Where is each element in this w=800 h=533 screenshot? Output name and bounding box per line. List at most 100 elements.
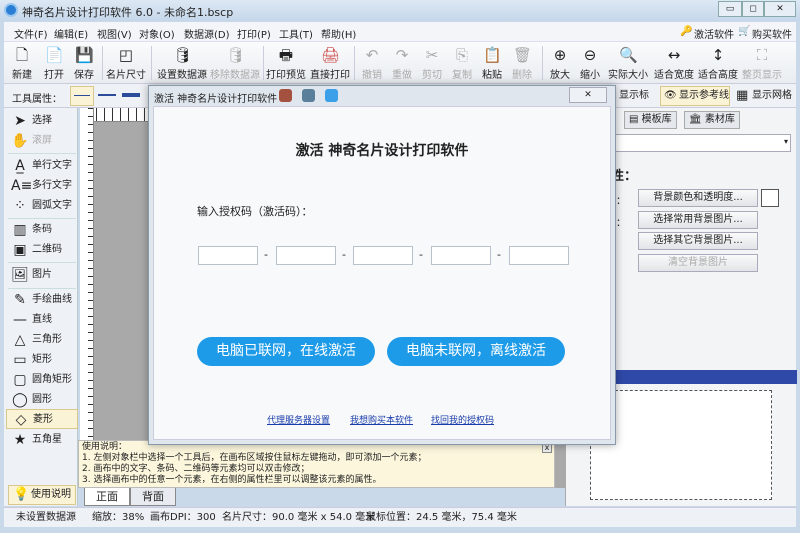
actual-size-button[interactable]: 🔍 实际大小	[606, 44, 650, 82]
set-datasource-button[interactable]: 🛢 设置数据源	[156, 44, 208, 82]
clear-bg-image-button[interactable]: 清空背景图片	[638, 254, 758, 272]
minimize-button[interactable]: ▭	[718, 1, 742, 17]
code-field-1[interactable]	[198, 246, 258, 265]
card-preview	[590, 390, 772, 500]
offline-activate-button[interactable]: 电脑未联网，离线激活	[387, 337, 565, 366]
chevron-down-icon: ▾	[783, 137, 788, 146]
delete-button[interactable]: 🗑 删除	[502, 44, 542, 82]
help-panel: 使用说明： 1. 左侧对象栏中选择一个工具后，在画布区域按住鼠标左键拖动，即可添…	[78, 440, 555, 488]
hand-icon: ✋	[11, 133, 29, 149]
tool-rounded-rectangle[interactable]: ▢ 圆角矩形	[6, 370, 78, 390]
tool-rectangle[interactable]: ▭ 矩形	[6, 350, 78, 370]
tool-arc-text[interactable]: ⁘ 圆弧文字	[6, 196, 78, 216]
full-page-button[interactable]: ⛶ 整页显示	[740, 44, 784, 82]
zoom-out-button[interactable]: ⊖ 缩小	[570, 44, 610, 82]
tool-star[interactable]: ★ 五角星	[6, 430, 78, 450]
menu-help[interactable]: 帮助(H)	[321, 26, 356, 41]
print-preview-button[interactable]: 🖶 打印预览	[266, 44, 306, 82]
menu-print[interactable]: 打印(P)	[237, 26, 271, 41]
fit-width-button[interactable]: ↔ 适合宽度	[652, 44, 696, 82]
database-icon: 🛢	[173, 46, 193, 64]
proxy-settings-link[interactable]: 代理服务器设置	[267, 413, 330, 426]
fit-height-button[interactable]: ↕ 适合高度	[696, 44, 740, 82]
line-medium-option[interactable]	[98, 94, 116, 96]
save-icon: 💾	[75, 46, 94, 64]
vertical-ruler	[80, 108, 94, 488]
tool-multi-line-text[interactable]: A≡ 多行文字	[6, 176, 78, 196]
fit-width-icon: ↔	[667, 46, 681, 64]
tool-triangle[interactable]: △ 三角形	[6, 330, 78, 350]
menu-datasource[interactable]: 数据源(D)	[184, 26, 230, 41]
help-button[interactable]: 💡 使用说明	[8, 485, 76, 505]
direct-print-button[interactable]: 🖨 直接打印	[310, 44, 350, 82]
buy-software-link[interactable]: 购买软件	[752, 26, 792, 41]
fit-height-icon: ↕	[711, 46, 725, 64]
color-swatch[interactable]	[761, 189, 779, 207]
database-remove-icon: 🛢	[226, 46, 246, 64]
decorative-icon	[325, 89, 338, 102]
buy-software-link[interactable]: 我想购买本软件	[350, 413, 413, 426]
trash-icon: 🗑	[513, 46, 533, 64]
cursor-icon: ➤	[14, 113, 26, 129]
window-title: 神奇名片设计打印软件 6.0 - 未命名1.bscp	[22, 6, 234, 19]
online-activate-button[interactable]: 电脑已联网，在线激活	[197, 337, 375, 366]
star-icon: ★	[13, 432, 27, 448]
menu-object[interactable]: 对象(O)	[139, 26, 175, 41]
recover-code-link[interactable]: 找回我的授权码	[431, 413, 494, 426]
text-icon: A̲	[15, 158, 25, 174]
divider	[263, 46, 264, 80]
code-field-4[interactable]	[431, 246, 491, 265]
cart-icon: 🛒	[738, 26, 751, 37]
common-bg-image-button[interactable]: 选择常用背景图片...	[638, 211, 758, 229]
menu-view[interactable]: 视图(V)	[97, 26, 132, 41]
code-field-2[interactable]	[276, 246, 336, 265]
maximize-button[interactable]: ◻	[742, 1, 764, 17]
qrcode-icon: ▣	[13, 242, 27, 258]
zoom-status: 缩放：38%	[92, 512, 145, 523]
tab-template-library[interactable]: ▤ 模板库	[624, 111, 677, 129]
tool-scroll[interactable]: ✋ 滚屏	[6, 131, 78, 151]
menu-file[interactable]: 文件(F)	[14, 26, 48, 41]
rounded-rectangle-icon: ▢	[13, 372, 27, 388]
menu-tools[interactable]: 工具(T)	[279, 26, 313, 41]
tool-freehand[interactable]: ✎ 手绘曲线	[6, 290, 78, 310]
bg-color-button[interactable]: 背景颜色和透明度...	[638, 189, 758, 207]
remove-datasource-button[interactable]: 🛢 移除数据源	[210, 44, 260, 82]
separator: -	[497, 248, 501, 261]
code-field-5[interactable]	[509, 246, 569, 265]
other-bg-image-button[interactable]: 选择其它背景图片...	[638, 232, 758, 250]
divider	[8, 153, 76, 154]
close-button[interactable]: ✕	[764, 1, 796, 17]
show-guides-toggle[interactable]: 👁 显示参考线	[660, 86, 730, 106]
tool-qrcode[interactable]: ▣ 二维码	[6, 240, 78, 260]
menu-edit[interactable]: 编辑(E)	[54, 26, 88, 41]
show-ruler-toggle[interactable]: 显示标尺	[617, 86, 657, 121]
code-field-3[interactable]	[353, 246, 413, 265]
code-prompt: 输入授权码（激活码）：	[197, 205, 313, 218]
show-grid-toggle[interactable]: ▦ 显示网格	[734, 86, 798, 106]
activate-software-link[interactable]: 激活软件	[694, 26, 734, 41]
dialog-close-button[interactable]: ✕	[569, 87, 607, 103]
line-thick-option[interactable]	[122, 93, 140, 97]
tool-image[interactable]: 🖼 图片	[6, 265, 78, 285]
tool-diamond[interactable]: ◇ 菱形	[6, 409, 78, 429]
tab-material-library[interactable]: 🏛 素材库	[684, 111, 740, 129]
line-thin-option[interactable]	[70, 86, 94, 106]
divider	[8, 218, 76, 219]
tab-back[interactable]: 背面	[130, 488, 176, 506]
card-size-button[interactable]: ◰ 名片尺寸	[104, 44, 148, 82]
scissors-icon: ✂	[425, 46, 439, 64]
save-button[interactable]: 💾 保存	[64, 44, 104, 82]
paste-icon: 📋	[483, 46, 502, 64]
tool-barcode[interactable]: ▥ 条码	[6, 220, 78, 240]
image-icon: 🖼	[11, 267, 29, 283]
tool-single-line-text[interactable]: A̲ 单行文字	[6, 156, 78, 176]
status-bar: 未设置数据源 缩放：38% 画布DPI：300 名片尺寸：90.0 毫米 x 5…	[4, 507, 796, 527]
key-icon: 🔑	[680, 26, 693, 37]
tool-ellipse[interactable]: ◯ 圆形	[6, 390, 78, 410]
tool-select[interactable]: ➤ 选择	[6, 111, 78, 131]
tool-line[interactable]: — 直线	[6, 310, 78, 330]
tab-front[interactable]: 正面	[84, 488, 130, 506]
dialog-body: 激活 神奇名片设计打印软件 输入授权码（激活码）： - - - - 电脑已联网，…	[153, 106, 611, 440]
app-icon	[4, 3, 18, 17]
